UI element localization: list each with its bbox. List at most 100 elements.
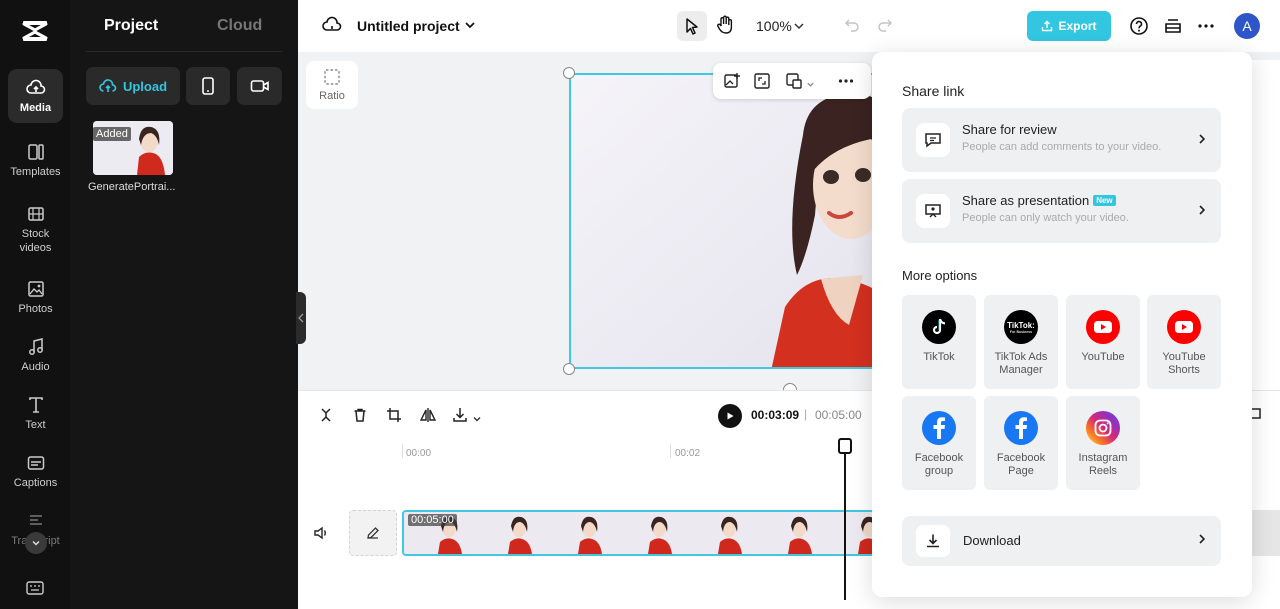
volume-icon[interactable] (313, 526, 329, 540)
tab-cloud[interactable]: Cloud (217, 17, 262, 35)
clip-frame (754, 512, 822, 554)
share-option-tiktok[interactable]: TikTok (902, 295, 976, 389)
tab-divider (86, 51, 282, 52)
edit-cover-button[interactable] (349, 510, 397, 556)
share-option-label: TikTok Ads Manager (994, 351, 1048, 376)
more-horizontal-icon[interactable] (1196, 16, 1216, 36)
avatar[interactable]: A (1234, 13, 1260, 39)
playhead[interactable] (844, 452, 846, 600)
more-horizontal-icon[interactable] (837, 72, 855, 95)
left-rail: Media Templates Stock videos Photos Audi… (0, 0, 70, 609)
pencil-icon (367, 527, 379, 539)
sidebar-item-label: Photos (18, 302, 53, 315)
share-option-tiktok-ads[interactable]: TikTok: For Business TikTok Ads Manager (984, 295, 1058, 389)
split-icon[interactable] (318, 407, 334, 428)
track-end-area (1250, 510, 1280, 556)
upload-button[interactable]: Upload (86, 67, 180, 105)
clip-frame (614, 512, 682, 554)
zoom-level[interactable]: 100% (756, 18, 792, 34)
share-as-presentation-button[interactable]: Share as presentation New People can only… (902, 179, 1221, 243)
portrait-image (571, 75, 897, 367)
panel-collapse-handle[interactable] (296, 292, 306, 344)
fit-frame-icon[interactable] (753, 72, 771, 95)
sidebar-item-label: Media (19, 101, 52, 114)
templates-icon (27, 143, 44, 160)
playhead-handle[interactable] (838, 438, 852, 454)
hand-tool-icon[interactable] (716, 15, 734, 35)
media-panel: Project Cloud Upload Added GeneratePortr… (70, 0, 298, 609)
cloud-media-icon (25, 79, 45, 94)
mirror-icon[interactable] (419, 407, 437, 428)
svg-text:TikTok:: TikTok: (1007, 321, 1035, 330)
delete-icon[interactable] (352, 407, 368, 428)
youtube-shorts-icon (1167, 310, 1201, 344)
share-option-youtube[interactable]: YouTube (1066, 295, 1140, 389)
replace-media-icon[interactable] (785, 72, 803, 95)
chevron-down-icon[interactable] (472, 411, 482, 429)
chevron-down-icon[interactable] (806, 76, 815, 94)
play-button[interactable] (718, 404, 742, 428)
resize-handle-top-left[interactable] (563, 67, 575, 79)
share-option-label: YouTube (1081, 351, 1125, 363)
ruler-label: 00:00 (406, 448, 432, 459)
clip-frame (474, 512, 542, 554)
export-button[interactable]: Export (1027, 11, 1111, 41)
share-option-youtube-shorts[interactable]: YouTube Shorts (1147, 295, 1221, 389)
presentation-icon (916, 194, 950, 228)
chevron-down-icon[interactable] (793, 20, 805, 32)
keyboard-icon[interactable] (26, 580, 44, 596)
share-option-label: TikTok (923, 351, 955, 363)
project-title[interactable]: Untitled project (357, 18, 460, 34)
share-review-title: Share for review (962, 122, 1057, 137)
sidebar-item-audio[interactable]: Audio (8, 328, 63, 382)
chevron-right-icon (1199, 534, 1206, 544)
phone-upload-button[interactable] (186, 67, 230, 105)
sidebar-item-text[interactable]: Text (8, 386, 63, 440)
chevron-left-icon (298, 313, 304, 323)
music-note-icon (28, 337, 43, 355)
layers-icon[interactable] (1163, 16, 1183, 36)
rail-expand-button[interactable] (25, 532, 47, 554)
share-presentation-subtitle: People can only watch your video. (962, 212, 1129, 224)
sidebar-item-label: Captions (13, 476, 58, 489)
tab-project[interactable]: Project (104, 17, 158, 35)
help-icon[interactable] (1129, 16, 1149, 36)
ratio-button[interactable]: Ratio (306, 61, 358, 109)
chevron-down-icon (32, 540, 40, 546)
sidebar-item-stock-videos[interactable]: Stock videos (8, 202, 63, 256)
sidebar-item-photos[interactable]: Photos (8, 270, 63, 324)
export-label: Export (1058, 19, 1097, 33)
play-icon (727, 412, 734, 420)
video-clip-track[interactable] (402, 510, 882, 556)
comment-icon (916, 123, 950, 157)
select-tool-button[interactable] (677, 11, 707, 41)
video-preview[interactable] (569, 73, 899, 369)
share-option-instagram-reels[interactable]: Instagram Reels (1066, 396, 1140, 490)
add-image-icon[interactable] (723, 72, 741, 95)
crop-icon[interactable] (386, 407, 402, 428)
share-option-facebook-group[interactable]: Facebook group (902, 396, 976, 490)
share-option-label: Facebook Page (996, 452, 1046, 477)
sidebar-item-captions[interactable]: Captions (8, 444, 63, 498)
share-review-subtitle: People can add comments to your video. (962, 141, 1162, 153)
download-button[interactable]: Download (902, 516, 1221, 566)
share-for-review-button[interactable]: Share for review People can add comments… (902, 108, 1221, 172)
download-icon[interactable] (452, 407, 470, 428)
chevron-down-icon[interactable] (464, 19, 476, 31)
undo-icon[interactable] (844, 17, 860, 33)
facebook-icon (922, 411, 956, 445)
sidebar-item-templates[interactable]: Templates (8, 133, 63, 187)
ruler-tick (670, 444, 671, 458)
clip-duration: 00:05:00 (408, 514, 457, 526)
record-button[interactable] (237, 67, 282, 105)
sidebar-item-label: Audio (21, 360, 50, 373)
captions-icon (27, 455, 44, 470)
sidebar-item-media[interactable]: Media (8, 69, 63, 123)
chevron-right-icon (1199, 134, 1206, 144)
more-options-title: More options (902, 268, 978, 283)
resize-handle-bottom-left[interactable] (563, 363, 575, 375)
redo-icon[interactable] (877, 17, 893, 33)
share-option-facebook-page[interactable]: Facebook Page (984, 396, 1058, 490)
media-name: GeneratePortrai... (88, 181, 176, 193)
cloud-sync-icon (322, 16, 342, 31)
